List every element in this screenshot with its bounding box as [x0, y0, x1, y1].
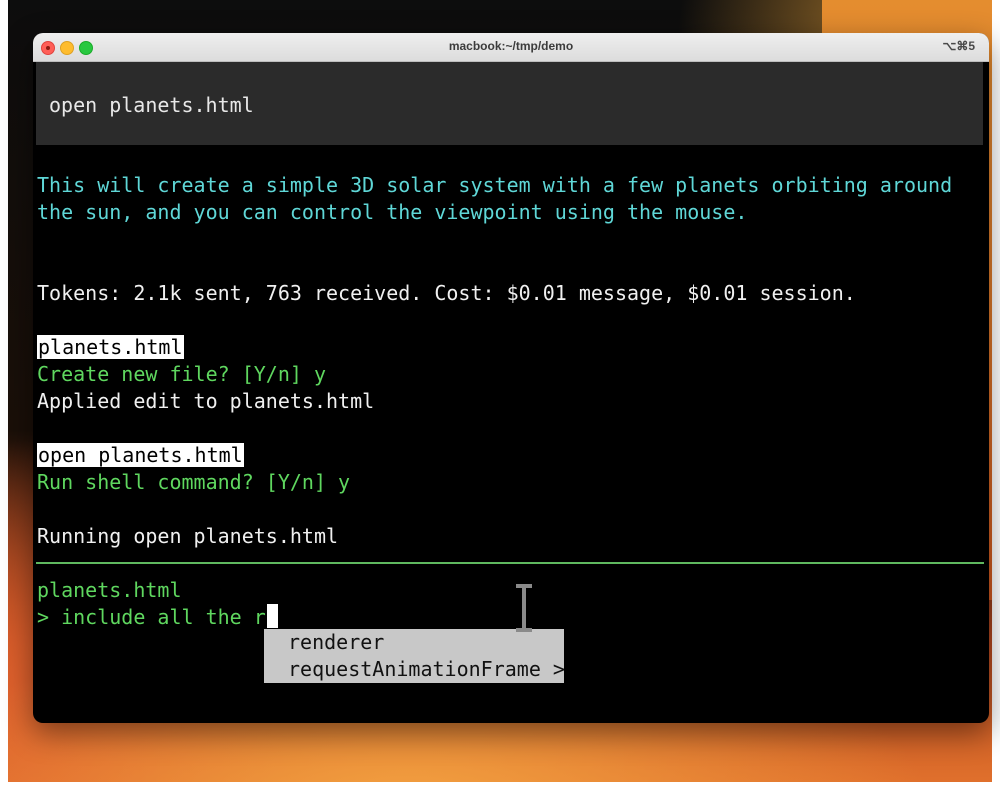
- terminal-window: macbook:~/tmp/demo ⌥⌘5 open planets.html…: [33, 33, 989, 723]
- title-bar[interactable]: macbook:~/tmp/demo ⌥⌘5: [33, 33, 989, 62]
- terminal-content[interactable]: open planets.html This will create a sim…: [33, 62, 989, 723]
- run-shell-prompt: Run shell command? [Y/n] y: [37, 470, 351, 494]
- ibeam-cursor-icon: [513, 584, 535, 632]
- running-line: Running open planets.html: [37, 524, 339, 548]
- text-cursor: [266, 604, 278, 628]
- autocomplete-item-renderer[interactable]: renderer: [288, 629, 384, 656]
- current-file-label: planets.html: [37, 578, 182, 602]
- input-text[interactable]: > include all the r: [37, 605, 266, 629]
- input-divider: [36, 562, 984, 564]
- file-name-highlight: planets.html: [37, 335, 184, 359]
- input-prompt-line[interactable]: > include all the r: [37, 604, 278, 631]
- command-block: open planets.html: [36, 62, 983, 145]
- applied-edit-line: Applied edit to planets.html: [37, 389, 375, 413]
- assistant-reply-line-2: the sun, and you can control the viewpoi…: [37, 200, 748, 224]
- command-block-text: open planets.html: [49, 93, 254, 117]
- create-file-prompt: Create new file? [Y/n] y: [37, 362, 326, 386]
- tokens-line: Tokens: 2.1k sent, 763 received. Cost: $…: [37, 281, 856, 305]
- shell-command-highlight: open planets.html: [37, 443, 244, 467]
- autocomplete-item-requestanimationframe[interactable]: requestAnimationFrame >: [288, 656, 565, 683]
- autocomplete-popup[interactable]: renderer requestAnimationFrame >: [264, 629, 565, 683]
- window-title: macbook:~/tmp/demo: [448, 39, 574, 53]
- shell-command-line: open planets.html: [37, 442, 244, 469]
- assistant-reply-line-1: This will create a simple 3D solar syste…: [37, 173, 953, 197]
- file-name-line: planets.html: [37, 334, 184, 361]
- window-shortcut: ⌥⌘5: [942, 39, 975, 53]
